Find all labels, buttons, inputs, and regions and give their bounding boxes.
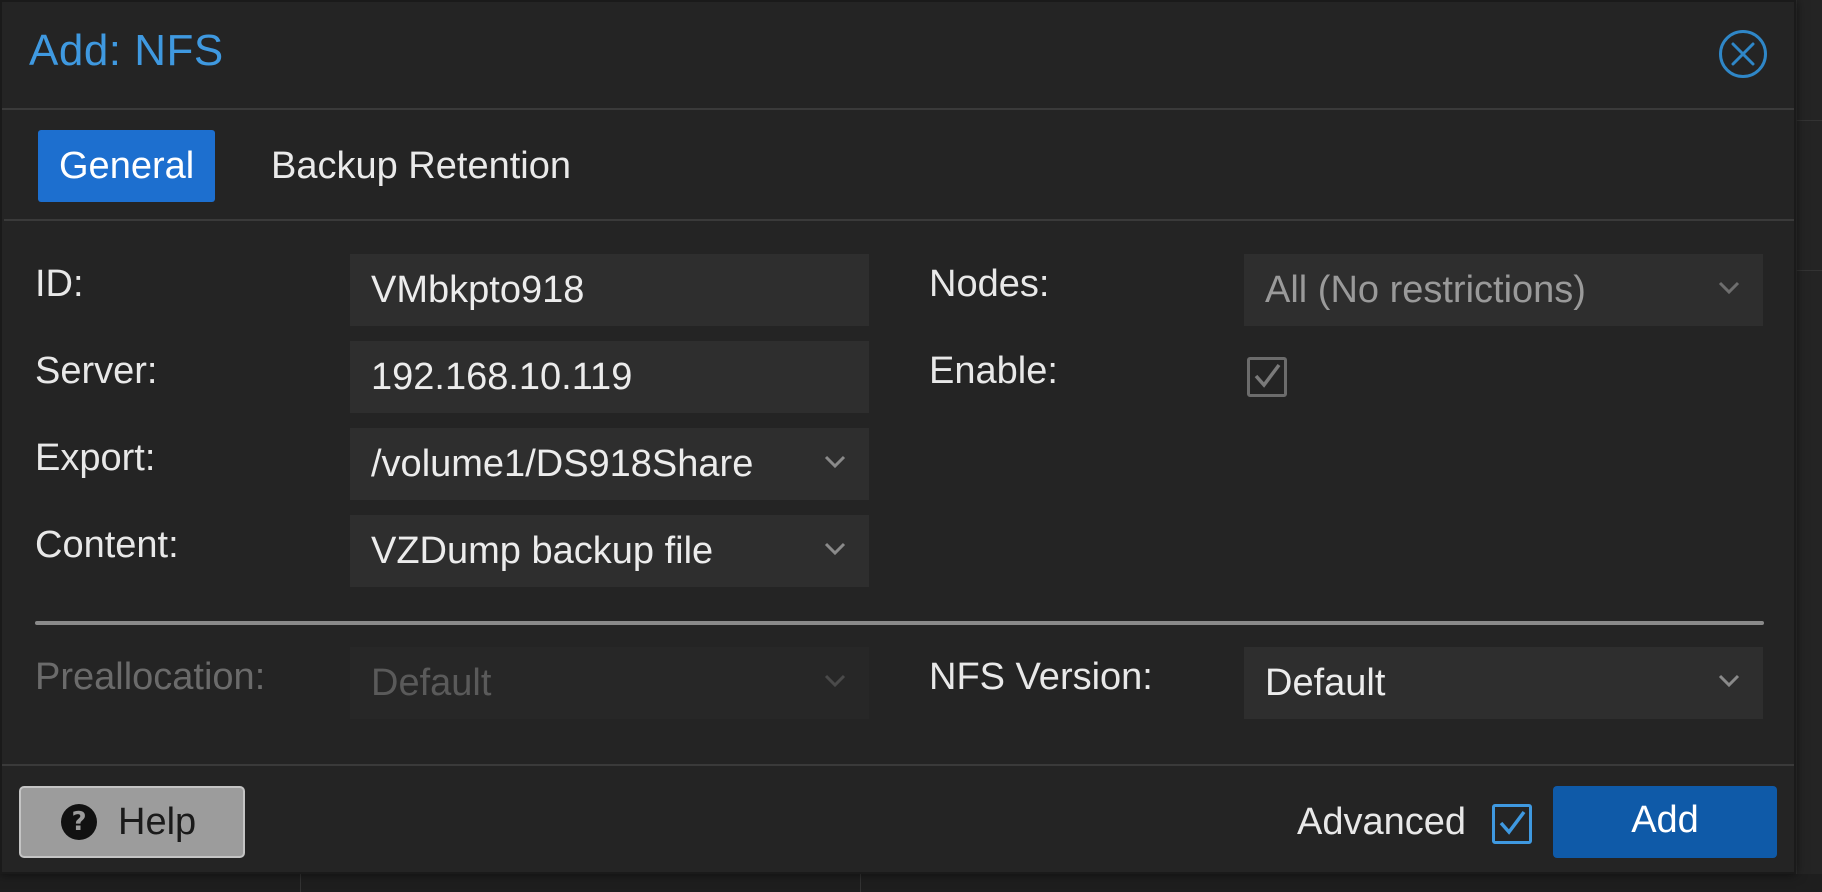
chevron-down-icon[interactable] [1717,280,1741,296]
id-input[interactable]: VMbkpto918 [350,254,869,326]
content-label: Content: [35,524,179,566]
chevron-down-icon[interactable] [823,454,847,470]
background-panel-bottom [0,874,1822,892]
dialog-title: Add: NFS [29,26,224,75]
dialog-footer: ? Help Advanced Add [2,764,1794,872]
preallocation-select: Default [350,647,869,719]
checkmark-icon [1499,810,1526,835]
background-divider [1796,120,1822,121]
add-button[interactable]: Add [1553,786,1777,858]
nfs-version-label: NFS Version: [929,656,1153,698]
content-select[interactable]: VZDump backup file [350,515,869,587]
nfs-version-select[interactable]: Default [1244,647,1763,719]
advanced-label: Advanced [1297,801,1467,843]
export-label: Export: [35,437,156,479]
nodes-value: All (No restrictions) [1265,269,1586,311]
dialog-titlebar: Add: NFS [2,2,1794,110]
server-label: Server: [35,350,158,392]
server-input[interactable]: 192.168.10.119 [350,341,869,413]
preallocation-value: Default [371,662,492,704]
background-divider [1796,270,1822,271]
nodes-select[interactable]: All (No restrictions) [1244,254,1763,326]
form-body: ID: VMbkpto918 Server: 192.168.10.119 Ex… [4,221,1794,764]
help-button-label: Help [118,801,197,843]
chevron-down-icon[interactable] [1717,673,1741,689]
background-divider [860,874,861,892]
close-icon [1731,42,1755,66]
background-divider [300,874,301,892]
chevron-down-icon[interactable] [823,541,847,557]
enable-label: Enable: [929,350,1058,392]
chevron-down-icon [824,674,846,688]
content-value: VZDump backup file [371,530,714,572]
add-nfs-dialog: Add: NFS General Backup Retention ID: VM… [0,0,1796,874]
help-button[interactable]: ? Help [19,786,245,858]
tab-general[interactable]: General [38,130,216,202]
question-circle-icon: ? [61,804,97,840]
nodes-label: Nodes: [929,263,1050,305]
preallocation-label: Preallocation: [35,656,266,698]
id-label: ID: [35,263,84,305]
enable-checkbox[interactable] [1247,357,1287,397]
export-value: /volume1/DS918Share [371,443,754,485]
advanced-separator [35,621,1764,625]
background-panel-right [1796,0,1822,892]
checkmark-icon [1254,363,1281,388]
tab-bar: General Backup Retention [4,110,1794,221]
nfs-version-value: Default [1265,662,1386,704]
tab-backup-retention[interactable]: Backup Retention [250,130,592,202]
close-button[interactable] [1719,30,1767,78]
advanced-checkbox[interactable] [1492,804,1532,844]
export-select[interactable]: /volume1/DS918Share [350,428,869,500]
